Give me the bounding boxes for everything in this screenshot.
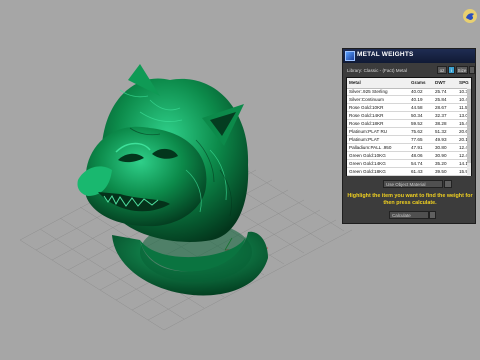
column-header-spg[interactable]: SPG [459,80,469,85]
cell-dwt: 51.32 [435,129,447,134]
table-row[interactable]: Palladium:PALL .950 47.91 30.80 12.40 [347,144,471,152]
cell-grams: 50.34 [411,113,423,118]
cell-metal: Rose Gold:18KR [349,121,384,126]
panel-controls: Use Object Material Highlight the item y… [342,176,476,224]
panel-titlebar[interactable]: METAL WEIGHTS [343,49,475,63]
cell-grams: 48.06 [411,153,423,158]
cell-grams: 75.62 [411,129,423,134]
cell-dwt: 39.50 [435,169,447,174]
rhino-app-icon[interactable] [462,8,478,24]
cell-metal: Green Gold:14KG [349,161,386,166]
table-row[interactable]: Rose Gold:10KR 44.58 28.67 11.54 [347,104,471,112]
unit-toggle-button[interactable]: oz [437,66,447,74]
table-scrollbar-thumb[interactable] [467,89,471,163]
wolf-ring-model [77,64,268,296]
cell-dwt: 25.74 [435,89,447,94]
cell-grams: 40.19 [411,97,423,102]
table-row[interactable]: Green Gold:10KG 48.06 30.90 12.44 [347,152,471,160]
cell-grams: 77.65 [411,137,423,142]
info-button[interactable]: i [448,66,455,74]
cell-grams: 59.52 [411,121,423,126]
cell-dwt: 30.90 [435,153,447,158]
table-row[interactable]: Silver:Continuum 40.19 25.84 10.40 [347,96,471,104]
cell-dwt: 25.84 [435,97,447,102]
size-select[interactable]: Size [456,66,468,74]
cell-metal: Platinum:PLAT RU [349,129,388,134]
cell-grams: 54.74 [411,161,423,166]
table-row[interactable]: Green Gold:18KG 61.43 39.50 15.90 [347,168,471,176]
calculate-select[interactable]: Calculate [389,211,429,219]
cell-metal: Green Gold:18KG [349,169,386,174]
table-row[interactable]: Platinum:PLAT RU 75.62 51.32 20.66 [347,128,471,136]
cell-dwt: 32.37 [435,113,447,118]
cell-dwt: 30.80 [435,145,447,150]
cell-dwt: 49.93 [435,137,447,142]
cell-dwt: 35.20 [435,161,447,166]
cell-grams: 47.91 [411,145,423,150]
cell-metal: Silver:Continuum [349,97,384,102]
instruction-text: Highlight the item you want to find the … [347,193,473,206]
cell-metal: Silver:.925 Sterling [349,89,388,94]
library-label: Library: Classic - (Fact) Metal [347,68,407,73]
table-row[interactable]: Green Gold:14KG 54.74 35.20 14.17 [347,160,471,168]
panel-title: METAL WEIGHTS [357,51,414,58]
column-header-dwt[interactable]: DWT [435,80,445,85]
chevron-down-icon[interactable] [444,180,452,188]
table-row[interactable]: Rose Gold:14KR 50.34 32.37 13.03 [347,112,471,120]
table-row[interactable]: Rose Gold:18KR 59.52 38.28 15.41 [347,120,471,128]
cell-metal: Rose Gold:10KR [349,105,384,110]
size-go-button[interactable] [469,66,475,74]
table-row[interactable]: Silver:.925 Sterling 40.02 25.74 10.36 [347,88,471,96]
cell-dwt: 38.28 [435,121,447,126]
chevron-down-icon[interactable] [429,211,436,219]
cell-grams: 44.58 [411,105,423,110]
object-material-select[interactable]: Use Object Material [383,180,443,188]
column-header-grams[interactable]: Grams [411,80,426,85]
cell-metal: Green Gold:10KG [349,153,386,158]
column-header-metal[interactable]: Metal [349,80,361,85]
cell-grams: 40.02 [411,89,423,94]
table-row[interactable]: Platinum:PLAT 77.65 49.93 20.10 [347,136,471,144]
cell-metal: Rose Gold:14KR [349,113,384,118]
cell-dwt: 28.67 [435,105,447,110]
metal-weights-app-icon [345,51,355,61]
cell-metal: Platinum:PLAT [349,137,380,142]
cell-grams: 61.43 [411,169,423,174]
cell-metal: Palladium:PALL .950 [349,145,392,150]
